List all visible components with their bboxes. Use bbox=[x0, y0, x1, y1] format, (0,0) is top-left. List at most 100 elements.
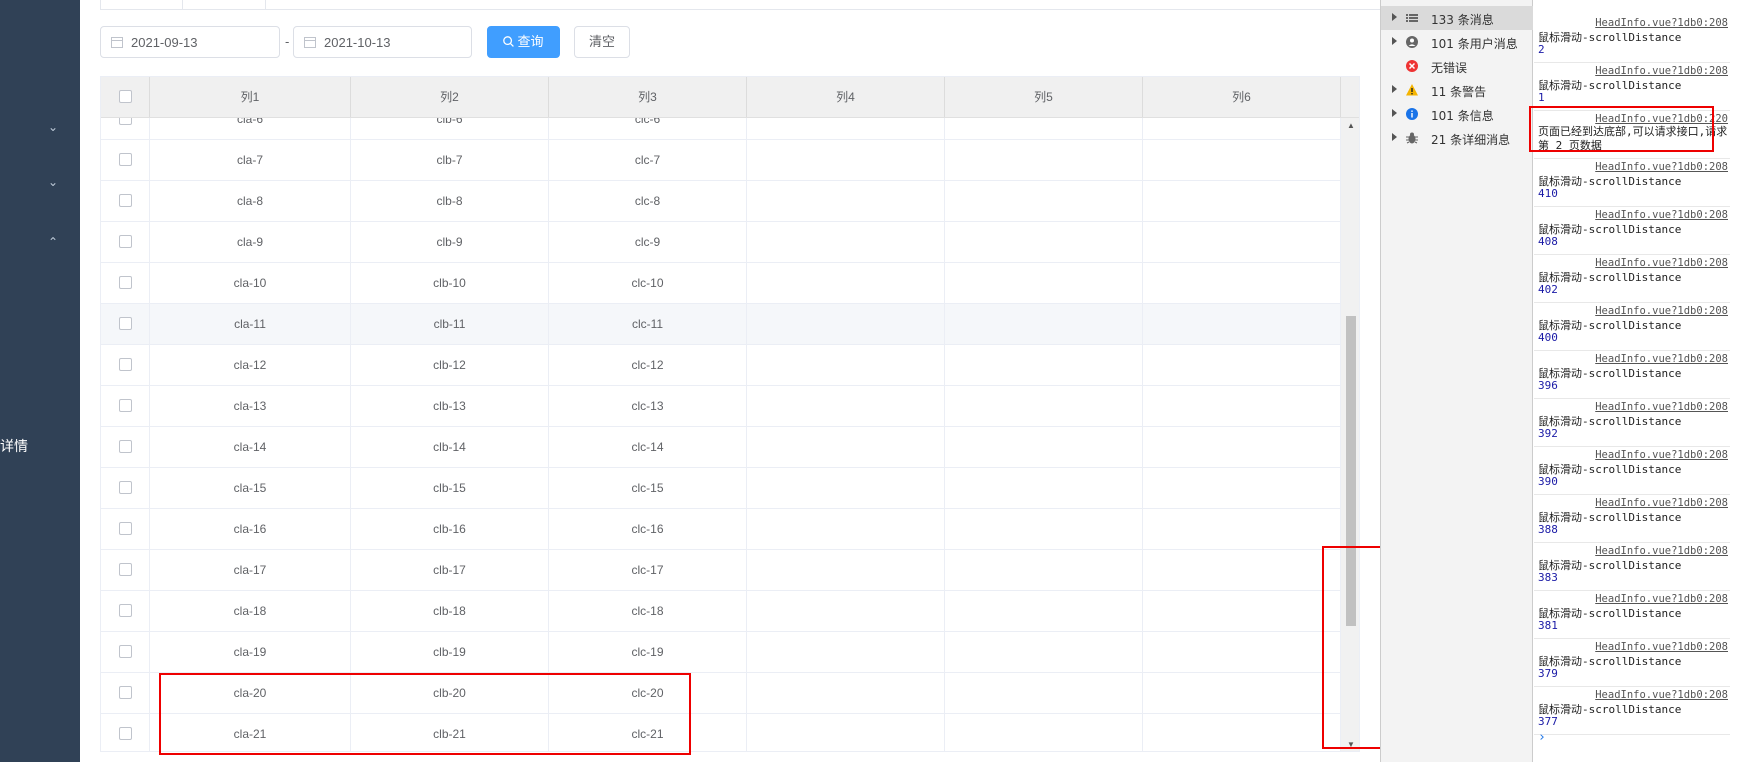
source-link[interactable]: HeadInfo.vue?1db0:208 bbox=[1595, 257, 1728, 269]
column-header[interactable]: 列4 bbox=[747, 77, 945, 117]
table-row[interactable]: cla-15 clb-15 clc-15 bbox=[101, 468, 1341, 509]
table-cell bbox=[1143, 632, 1341, 672]
row-checkbox[interactable] bbox=[119, 522, 132, 535]
source-link[interactable]: HeadInfo.vue?1db0:208 bbox=[1595, 641, 1728, 653]
table-cell: clb-6 bbox=[351, 118, 549, 139]
console-filter-item[interactable]: 无错误 bbox=[1381, 54, 1533, 78]
expand-triangle-icon[interactable] bbox=[1392, 85, 1397, 93]
table-cell bbox=[945, 427, 1143, 467]
table-cell: clc-6 bbox=[549, 118, 747, 139]
source-link[interactable]: HeadInfo.vue?1db0:208 bbox=[1595, 17, 1728, 29]
table-row[interactable]: cla-11 clb-11 clc-11 bbox=[101, 304, 1341, 345]
console-prompt[interactable]: › bbox=[1538, 730, 1546, 745]
table-cell bbox=[1143, 263, 1341, 303]
row-checkbox[interactable] bbox=[119, 118, 132, 125]
row-checkbox[interactable] bbox=[119, 194, 132, 207]
console-filter-item[interactable]: 133 条消息 bbox=[1381, 6, 1533, 30]
source-link[interactable]: HeadInfo.vue?1db0:208 bbox=[1595, 593, 1728, 605]
console-filter-label: 21 条详细消息 bbox=[1431, 133, 1511, 147]
source-link[interactable]: HeadInfo.vue?1db0:208 bbox=[1595, 689, 1728, 701]
table-row[interactable]: cla-17 clb-17 clc-17 bbox=[101, 550, 1341, 591]
console-filter-item[interactable]: 11 条警告 bbox=[1381, 78, 1533, 102]
table-cell bbox=[1143, 468, 1341, 508]
table-row[interactable]: cla-16 clb-16 clc-16 bbox=[101, 509, 1341, 550]
table-row[interactable]: cla-9 clb-9 clc-9 bbox=[101, 222, 1341, 263]
source-link[interactable]: HeadInfo.vue?1db0:208 bbox=[1595, 353, 1728, 365]
source-link[interactable]: HeadInfo.vue?1db0:208 bbox=[1595, 209, 1728, 221]
source-link[interactable]: HeadInfo.vue?1db0:208 bbox=[1595, 545, 1728, 557]
log-message: 鼠标滑动-scrollDistance bbox=[1538, 223, 1682, 236]
column-header[interactable]: 列6 bbox=[1143, 77, 1341, 117]
row-checkbox[interactable] bbox=[119, 276, 132, 289]
table-row[interactable]: cla-18 clb-18 clc-18 bbox=[101, 591, 1341, 632]
row-checkbox[interactable] bbox=[119, 686, 132, 699]
chevron-down-icon[interactable]: ⌄ bbox=[48, 176, 60, 188]
source-link[interactable]: HeadInfo.vue?1db0:208 bbox=[1595, 497, 1728, 509]
row-checkbox[interactable] bbox=[119, 563, 132, 576]
console-log-entry: HeadInfo.vue?1db0:208 鼠标滑动-scrollDistance… bbox=[1534, 16, 1730, 63]
table-cell bbox=[1143, 591, 1341, 631]
tab[interactable] bbox=[183, 0, 266, 10]
console-filter-item[interactable]: 21 条详细消息 bbox=[1381, 126, 1533, 150]
console-filter-item[interactable]: 101 条用户消息 bbox=[1381, 30, 1533, 54]
row-checkbox[interactable] bbox=[119, 604, 132, 617]
query-button[interactable]: 查询 bbox=[487, 26, 560, 58]
table-cell: cla-17 bbox=[150, 550, 351, 590]
expand-triangle-icon[interactable] bbox=[1392, 109, 1397, 117]
table-cell bbox=[747, 222, 945, 262]
tab-active[interactable] bbox=[100, 0, 183, 10]
row-checkbox[interactable] bbox=[119, 358, 132, 371]
source-link[interactable]: HeadInfo.vue?1db0:208 bbox=[1595, 161, 1728, 173]
table-cell bbox=[747, 468, 945, 508]
table-row[interactable]: cla-14 clb-14 clc-14 bbox=[101, 427, 1341, 468]
table-cell: clb-15 bbox=[351, 468, 549, 508]
row-checkbox[interactable] bbox=[119, 440, 132, 453]
table-cell: cla-12 bbox=[150, 345, 351, 385]
row-checkbox[interactable] bbox=[119, 645, 132, 658]
log-number: 379 bbox=[1538, 667, 1558, 680]
table-row[interactable]: cla-12 clb-12 clc-12 bbox=[101, 345, 1341, 386]
end-date-picker[interactable]: 2021-10-13 bbox=[293, 26, 472, 58]
row-checkbox[interactable] bbox=[119, 235, 132, 248]
row-checkbox[interactable] bbox=[119, 317, 132, 330]
search-icon bbox=[503, 36, 515, 47]
row-checkbox[interactable] bbox=[119, 481, 132, 494]
row-select-cell bbox=[101, 550, 150, 590]
source-link[interactable]: HeadInfo.vue?1db0:208 bbox=[1595, 65, 1728, 77]
expand-triangle-icon[interactable] bbox=[1392, 37, 1397, 45]
console-log-entry: HeadInfo.vue?1db0:208 鼠标滑动-scrollDistance… bbox=[1534, 640, 1730, 687]
select-all-checkbox[interactable] bbox=[119, 90, 132, 103]
sidebar-item-label[interactable]: 详情 bbox=[0, 436, 28, 456]
scroll-up-arrow-icon[interactable]: ▲ bbox=[1347, 122, 1355, 130]
table-row[interactable]: cla-19 clb-19 clc-19 bbox=[101, 632, 1341, 673]
column-header[interactable]: 列1 bbox=[150, 77, 351, 117]
column-header[interactable]: 列3 bbox=[549, 77, 747, 117]
expand-triangle-icon[interactable] bbox=[1392, 13, 1397, 21]
clear-button[interactable]: 清空 bbox=[574, 26, 630, 58]
table-cell bbox=[1143, 509, 1341, 549]
table-row[interactable]: cla-8 clb-8 clc-8 bbox=[101, 181, 1341, 222]
chevron-up-icon[interactable]: ⌃ bbox=[48, 236, 60, 248]
table-row[interactable]: cla-6 clb-6 clc-6 bbox=[101, 118, 1341, 140]
table-row[interactable]: cla-7 clb-7 clc-7 bbox=[101, 140, 1341, 181]
table-cell bbox=[747, 386, 945, 426]
chevron-down-icon[interactable]: ⌄ bbox=[48, 121, 60, 133]
console-filter-item[interactable]: 101 条信息 bbox=[1381, 102, 1533, 126]
end-date-value: 2021-10-13 bbox=[324, 35, 391, 50]
table-row[interactable]: cla-10 clb-10 clc-10 bbox=[101, 263, 1341, 304]
table-cell: clc-13 bbox=[549, 386, 747, 426]
table-header: 列1 列2 列3 列4 列5 列6 bbox=[101, 77, 1359, 118]
source-link[interactable]: HeadInfo.vue?1db0:208 bbox=[1595, 401, 1728, 413]
row-checkbox[interactable] bbox=[119, 153, 132, 166]
row-checkbox[interactable] bbox=[119, 399, 132, 412]
column-header[interactable]: 列5 bbox=[945, 77, 1143, 117]
table-row[interactable]: cla-13 clb-13 clc-13 bbox=[101, 386, 1341, 427]
expand-triangle-icon[interactable] bbox=[1392, 133, 1397, 141]
log-number: 1 bbox=[1538, 91, 1545, 104]
row-checkbox[interactable] bbox=[119, 727, 132, 740]
source-link[interactable]: HeadInfo.vue?1db0:208 bbox=[1595, 305, 1728, 317]
column-header[interactable]: 列2 bbox=[351, 77, 549, 117]
header-select-cell bbox=[101, 77, 150, 117]
source-link[interactable]: HeadInfo.vue?1db0:208 bbox=[1595, 449, 1728, 461]
start-date-picker[interactable]: 2021-09-13 bbox=[100, 26, 280, 58]
